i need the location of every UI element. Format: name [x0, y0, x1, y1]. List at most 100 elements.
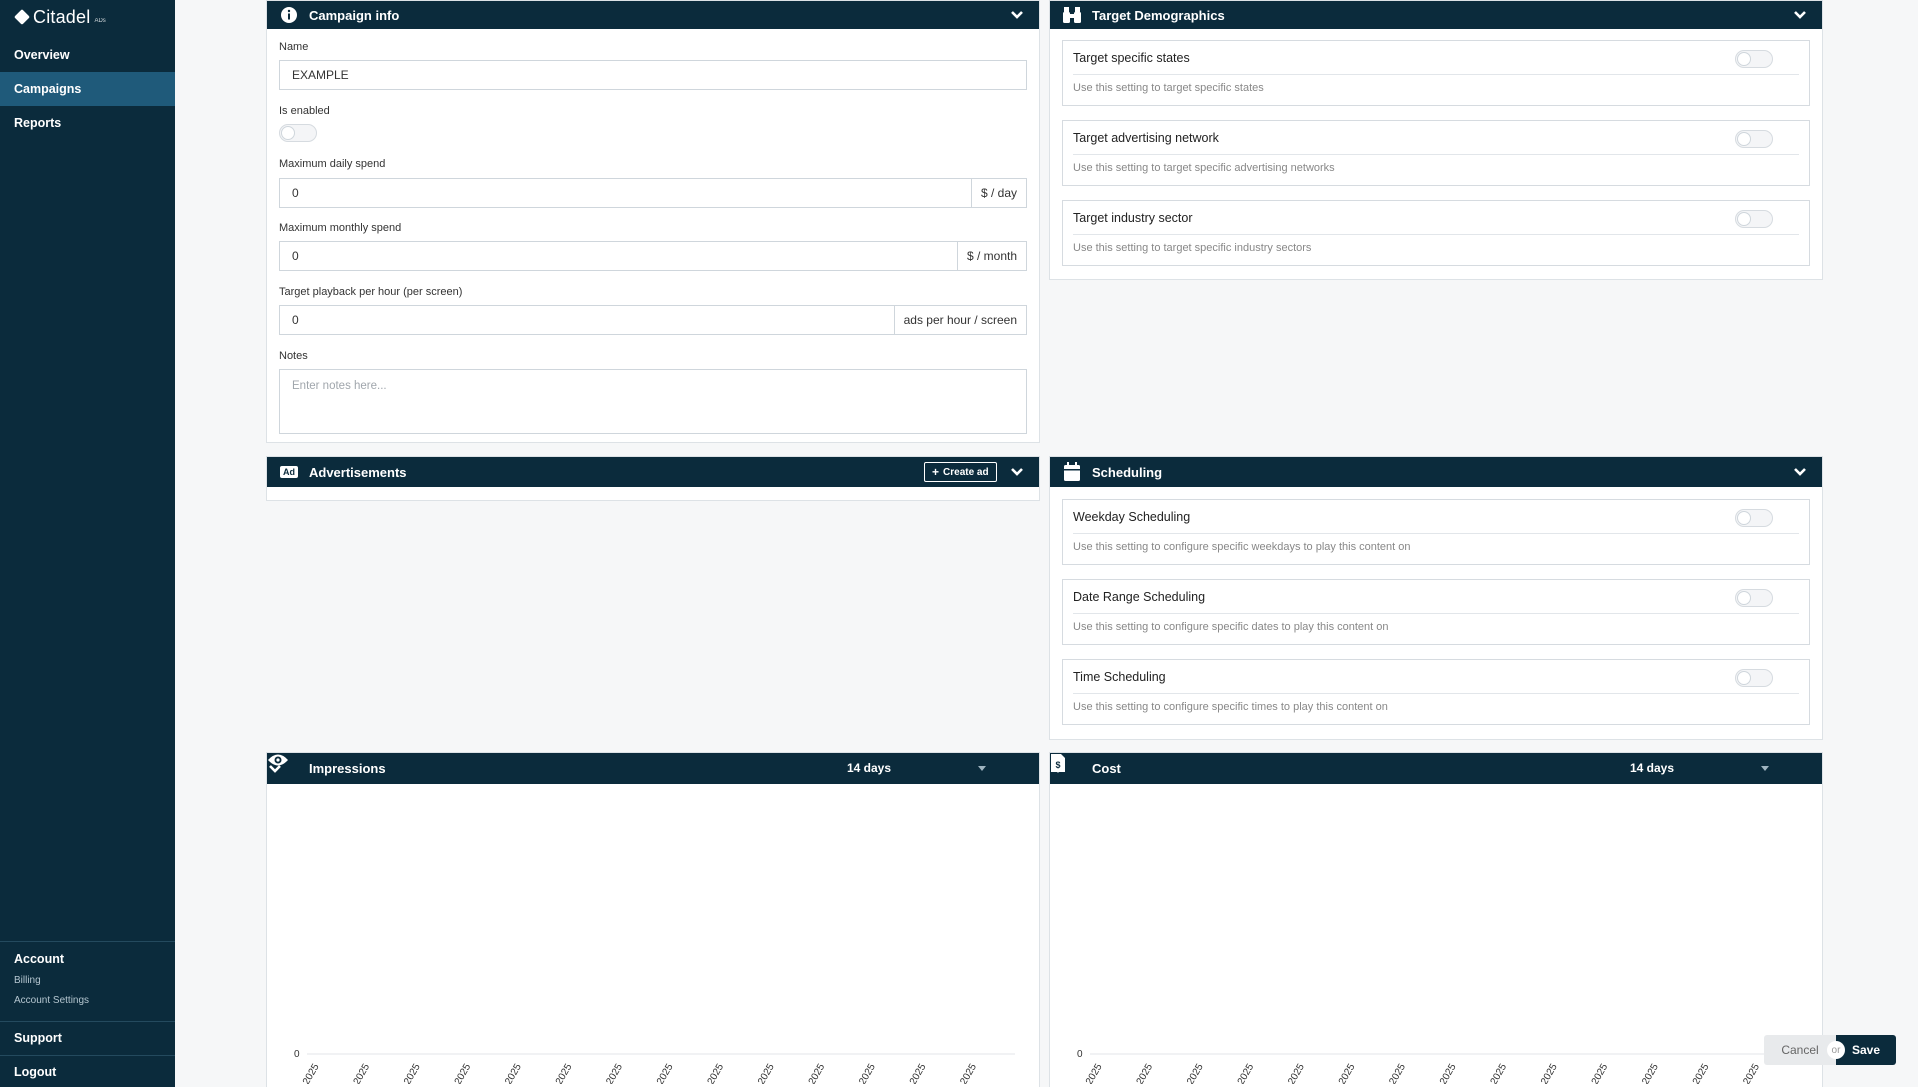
target-demographics-panel: Target Demographics Target specific stat… [1049, 0, 1823, 280]
chevron-down-icon[interactable] [1009, 7, 1025, 23]
x-tick-label: May 12, 2025 [1722, 1062, 1762, 1084]
plus-icon: + [932, 465, 940, 479]
panel-title: Impressions [309, 761, 386, 776]
card-divider [1073, 533, 1799, 534]
time-scheduling-card: Time Scheduling Use this setting to conf… [1062, 659, 1810, 725]
target-industry-toggle[interactable] [1735, 210, 1773, 228]
panel-header: $ Cost 14 days [1050, 753, 1822, 784]
x-tick-label: May 10, 2025 [1621, 1062, 1661, 1084]
card-title: Weekday Scheduling [1073, 510, 1191, 524]
monthly-spend-label: Maximum monthly spend [279, 222, 402, 234]
notes-label: Notes [279, 350, 308, 362]
advertisements-panel: Ad Advertisements + Create ad [266, 456, 1040, 501]
range-select[interactable]: 14 days [1630, 761, 1674, 775]
main-content: Campaign info Name EXAMPLE Is enabled Ma… [175, 0, 1918, 1087]
weekday-scheduling-toggle[interactable] [1735, 509, 1773, 527]
nav-reports[interactable]: Reports [0, 106, 175, 140]
range-select[interactable]: 14 days [847, 761, 891, 775]
card-title: Time Scheduling [1073, 670, 1166, 684]
nav-account-settings[interactable]: Account Settings [14, 995, 89, 1006]
card-title: Target specific states [1073, 51, 1190, 65]
x-tick-label: May 7, 2025 [1472, 1062, 1509, 1084]
toggle-knob [1737, 671, 1751, 685]
impressions-chart: 0 Apr 29, 2025 Apr 30, 2025 May 1, 2025 May … [283, 1049, 1015, 1084]
enabled-label: Is enabled [279, 105, 330, 117]
date-range-scheduling-card: Date Range Scheduling Use this setting t… [1062, 579, 1810, 645]
chevron-down-icon[interactable] [1009, 464, 1025, 480]
nav-billing[interactable]: Billing [14, 975, 41, 986]
playback-input[interactable]: 0 ads per hour / screen [279, 305, 1027, 335]
is-enabled-toggle[interactable] [279, 124, 317, 142]
panel-title: Advertisements [309, 464, 407, 480]
ad-icon-text: Ad [280, 466, 298, 478]
create-ad-button[interactable]: + Create ad [924, 462, 997, 482]
binoculars-icon [1062, 5, 1082, 25]
target-network-toggle[interactable] [1735, 130, 1773, 148]
x-tick-label: May 11, 2025 [1672, 1062, 1712, 1084]
sidebar-divider [0, 1055, 175, 1056]
toggle-knob [1737, 591, 1751, 605]
daily-spend-label: Maximum daily spend [279, 158, 386, 170]
y-tick-label: 0 [1077, 1049, 1083, 1060]
monthly-spend-value: 0 [292, 249, 299, 263]
monthly-spend-unit: $ / month [956, 242, 1026, 270]
chevron-down-icon[interactable] [267, 761, 283, 777]
nav-account[interactable]: Account [14, 952, 64, 966]
x-tick-label: May 10, 2025 [838, 1062, 878, 1084]
target-states-card: Target specific states Use this setting … [1062, 40, 1810, 106]
monthly-spend-input[interactable]: 0 $ / month [279, 241, 1027, 271]
toggle-knob [1737, 212, 1751, 226]
daily-spend-value: 0 [292, 186, 299, 200]
panel-header: Impressions 14 days [267, 753, 1039, 784]
nav-support[interactable]: Support [14, 1031, 62, 1045]
sidebar-divider [0, 941, 175, 942]
nav-logout[interactable]: Logout [14, 1065, 56, 1079]
card-divider [1073, 74, 1799, 75]
panel-title: Cost [1092, 761, 1121, 776]
panel-title: Scheduling [1092, 464, 1163, 480]
nav-overview[interactable]: Overview [0, 38, 175, 72]
nav-campaigns[interactable]: Campaigns [0, 72, 175, 106]
save-button[interactable]: Save [1836, 1035, 1896, 1065]
chevron-down-icon[interactable] [1050, 761, 1066, 777]
x-tick-label: Apr 30, 2025 [334, 1062, 372, 1084]
x-tick-label: Apr 29, 2025 [283, 1062, 321, 1084]
cancel-button[interactable]: Cancel [1764, 1035, 1836, 1065]
date-range-scheduling-toggle[interactable] [1735, 589, 1773, 607]
toggle-knob [1737, 52, 1751, 66]
card-divider [1073, 154, 1799, 155]
target-network-card: Target advertising network Use this sett… [1062, 120, 1810, 186]
target-states-toggle[interactable] [1735, 50, 1773, 68]
name-input[interactable]: EXAMPLE [279, 60, 1027, 90]
x-tick-label: May 6, 2025 [1422, 1062, 1459, 1084]
chevron-down-icon[interactable] [1792, 7, 1808, 23]
x-tick-label: May 12, 2025 [939, 1062, 979, 1084]
x-tick-label: May 5, 2025 [588, 1062, 625, 1084]
card-divider [1073, 613, 1799, 614]
x-tick-label: May 3, 2025 [1270, 1062, 1307, 1084]
dropdown-caret-icon[interactable] [1761, 766, 1769, 771]
panel-header: Scheduling [1050, 457, 1822, 487]
weekday-scheduling-card: Weekday Scheduling Use this setting to c… [1062, 499, 1810, 565]
target-industry-card: Target industry sector Use this setting … [1062, 200, 1810, 266]
logo-text: Citadel [33, 6, 91, 27]
notes-textarea[interactable]: Enter notes here... [279, 369, 1027, 434]
x-tick-label: May 11, 2025 [889, 1062, 929, 1084]
x-tick-label: May 4, 2025 [1320, 1062, 1357, 1084]
cost-panel: $ Cost 14 days 0 Apr 29, 2025 Apr 30, 2025… [1049, 752, 1823, 1087]
card-description: Use this setting to target specific adve… [1073, 162, 1335, 174]
playback-value: 0 [292, 313, 299, 327]
card-divider [1073, 234, 1799, 235]
chevron-down-icon[interactable] [1792, 464, 1808, 480]
x-tick-label: May 8, 2025 [1523, 1062, 1560, 1084]
daily-spend-input[interactable]: 0 $ / day [279, 178, 1027, 208]
time-scheduling-toggle[interactable] [1735, 669, 1773, 687]
impressions-panel: Impressions 14 days 0 Apr 29, 2025 Apr 30,… [266, 752, 1040, 1087]
dropdown-caret-icon[interactable] [978, 766, 986, 771]
logo-subtext: ADs [94, 18, 106, 24]
x-tick-label: Apr 30, 2025 [1117, 1062, 1155, 1084]
toggle-knob [1737, 511, 1751, 525]
x-tick-label: May 2, 2025 [436, 1062, 473, 1084]
app-logo[interactable]: Citadel ADs [14, 6, 106, 28]
card-description: Use this setting to target specific indu… [1073, 242, 1312, 254]
